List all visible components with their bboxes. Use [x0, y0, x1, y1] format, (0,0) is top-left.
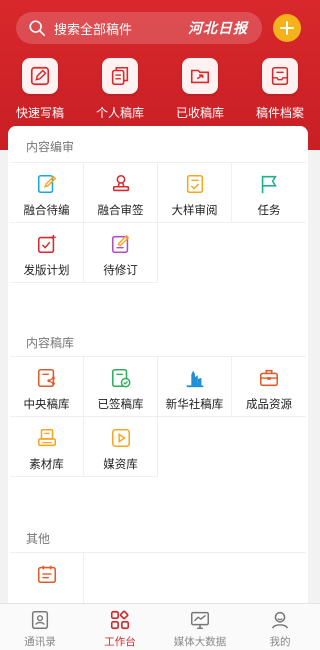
search-icon [29, 20, 46, 37]
tab-label: 通讯录 [24, 636, 56, 648]
grid-item-label: 媒资库 [103, 457, 138, 471]
toolbox-icon [259, 369, 279, 387]
tab-label: 我的 [269, 636, 291, 648]
other-grid [10, 552, 306, 606]
quick-action-label: 稿件档案 [255, 106, 304, 120]
material-library-button[interactable]: 素材库 [10, 417, 84, 477]
folder-send-icon [190, 69, 210, 84]
tab-profile[interactable]: 我的 [240, 604, 320, 650]
stamp-icon [112, 174, 129, 192]
grid-item-label: 素材库 [29, 457, 64, 471]
edit-document-icon [37, 174, 56, 194]
quick-write-button[interactable]: 快速写稿 [0, 58, 80, 121]
tab-label: 工作台 [104, 636, 136, 648]
media-library-button[interactable]: 媒资库 [84, 417, 158, 477]
grid-item-label: 大样审阅 [171, 203, 218, 217]
workbench-icon [110, 610, 130, 630]
grid-item-label: 新华社稿库 [165, 397, 224, 411]
grid-item-label: 任务 [257, 203, 281, 217]
add-button[interactable] [273, 14, 301, 42]
signed-document-icon [111, 368, 130, 388]
xinhua-library-button[interactable]: 新华社稿库 [158, 357, 232, 417]
quick-action-label: 已收稿库 [175, 106, 224, 120]
quick-actions: 快速写稿 个人稿库 已收稿库 稿件档案 [0, 58, 320, 121]
personal-library-button[interactable]: 个人稿库 [80, 58, 160, 121]
contacts-icon [31, 611, 49, 629]
newspaper-logo: 河北日报 [188, 21, 248, 37]
merge-sign-button[interactable]: 融合审签 [84, 163, 158, 223]
signed-library-button[interactable]: 已签稿库 [84, 357, 158, 417]
search-bar[interactable]: 搜索全部稿件 河北日报 [16, 12, 262, 44]
checklist-icon [186, 174, 203, 194]
grid-item-label: 融合审签 [97, 203, 144, 217]
calendar-button[interactable] [10, 553, 84, 606]
grid-item-label: 成品资源 [246, 397, 292, 411]
merge-pending-button[interactable]: 融合待编 [10, 163, 84, 223]
received-library-button[interactable]: 已收稿库 [160, 58, 240, 121]
revise-icon [111, 234, 129, 254]
archive-button[interactable]: 稿件档案 [240, 58, 320, 121]
section-title: 内容稿库 [26, 336, 75, 350]
workbench-card: 内容编审 融合待编 融合审签 大样审阅 任务 发版计划 待修订 内容稿库 中央稿… [8, 126, 308, 606]
quick-action-label: 个人稿库 [95, 106, 144, 120]
publish-plan-button[interactable]: 发版计划 [10, 223, 84, 283]
tab-contacts[interactable]: 通讯录 [0, 604, 80, 650]
finished-resources-button[interactable]: 成品资源 [232, 357, 306, 417]
tab-label: 媒体大数据 [173, 636, 227, 648]
task-button[interactable]: 任务 [232, 163, 306, 223]
calendar-icon [37, 565, 56, 584]
xinhua-building-icon [186, 370, 203, 388]
edit-icon [30, 66, 50, 86]
monitor-chart-icon [191, 611, 209, 629]
pending-revision-button[interactable]: 待修订 [84, 223, 158, 283]
tab-media-big-data[interactable]: 媒体大数据 [160, 604, 240, 650]
archive-tray-icon [271, 66, 289, 86]
proof-review-button[interactable]: 大样审阅 [158, 163, 232, 223]
grid-item-label: 发版计划 [23, 263, 70, 277]
grid-item-label: 已签稿库 [97, 397, 144, 411]
user-icon [271, 611, 289, 629]
content-library-grid: 中央稿库 已签稿库 新华社稿库 成品资源 素材库 媒资库 [10, 356, 306, 477]
grid-item-label: 中央稿库 [23, 397, 70, 411]
tab-workbench[interactable]: 工作台 [80, 604, 160, 650]
content-review-grid: 融合待编 融合审签 大样审阅 任务 发版计划 待修订 [10, 162, 306, 283]
quick-action-label: 快速写稿 [15, 106, 64, 120]
plus-icon [280, 21, 294, 35]
share-document-icon [37, 368, 55, 388]
search-placeholder: 搜索全部稿件 [54, 22, 133, 38]
central-library-button[interactable]: 中央稿库 [10, 357, 84, 417]
flag-icon [261, 175, 277, 194]
grid-item-label: 融合待编 [23, 203, 70, 217]
grid-item-label: 待修订 [103, 263, 138, 277]
section-title: 内容编审 [26, 140, 75, 154]
document-stack-icon [111, 66, 129, 86]
publish-plan-icon [37, 234, 56, 254]
section-title: 其他 [26, 532, 51, 546]
video-play-icon [111, 428, 130, 448]
bottom-tab-bar: 通讯录 工作台 媒体大数据 我的 [0, 603, 320, 650]
material-print-icon [37, 428, 56, 447]
